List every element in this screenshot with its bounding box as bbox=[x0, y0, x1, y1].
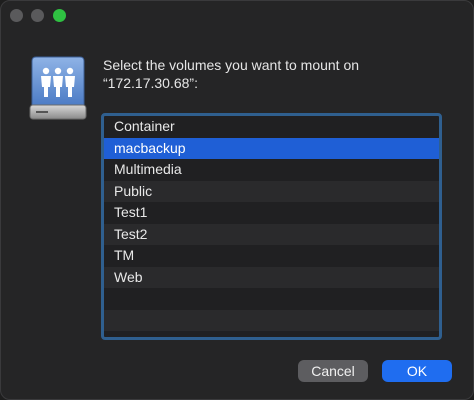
prompt-line-2: “172.17.30.68”: bbox=[103, 75, 198, 91]
cancel-button[interactable]: Cancel bbox=[298, 360, 368, 382]
network-share-drive-icon bbox=[26, 53, 90, 125]
mount-volumes-dialog: Select the volumes you want to mount on … bbox=[0, 0, 474, 400]
minimize-window-button[interactable] bbox=[31, 9, 44, 22]
volume-list-item[interactable]: Test2 bbox=[104, 223, 439, 245]
volume-list-rows: Container macbackup Multimedia Public Test1 T… bbox=[104, 116, 439, 337]
volume-list[interactable]: Container macbackup Multimedia Public Test1 T… bbox=[101, 113, 442, 340]
volume-list-item[interactable]: Public bbox=[104, 180, 439, 202]
volume-list-item[interactable]: macbackup bbox=[104, 137, 439, 159]
volume-list-item[interactable]: Multimedia bbox=[104, 159, 439, 181]
empty-list-row bbox=[104, 309, 439, 331]
empty-list-row bbox=[104, 288, 439, 310]
prompt-line-1: Select the volumes you want to mount on bbox=[103, 57, 360, 73]
close-window-button[interactable] bbox=[10, 9, 23, 22]
volume-list-item[interactable]: TM bbox=[104, 245, 439, 267]
volume-list-item[interactable]: Container bbox=[104, 116, 439, 138]
ok-button[interactable]: OK bbox=[382, 360, 452, 382]
title-bar bbox=[1, 1, 473, 33]
zoom-window-button[interactable] bbox=[53, 9, 66, 22]
volume-list-item[interactable]: Test1 bbox=[104, 202, 439, 224]
prompt-text: Select the volumes you want to mount on … bbox=[103, 56, 453, 92]
volume-list-item[interactable]: Web bbox=[104, 266, 439, 288]
